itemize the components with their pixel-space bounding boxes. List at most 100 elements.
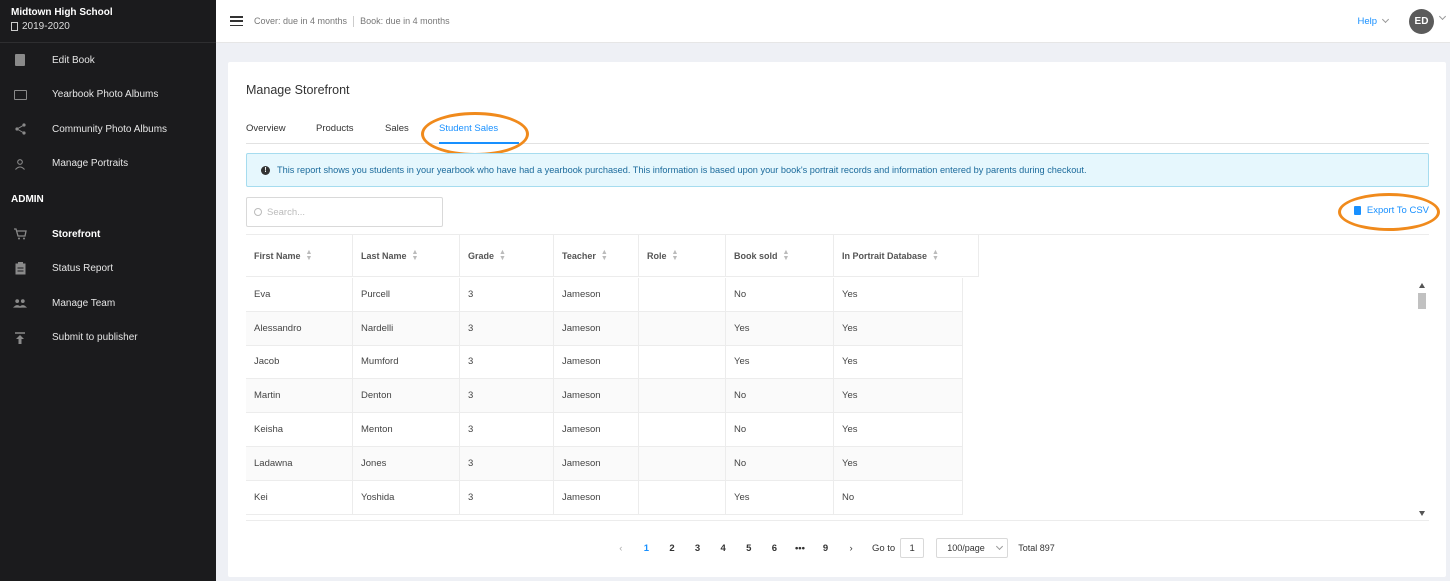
column-grade[interactable]: Grade ▲ ▼	[460, 235, 554, 277]
cell-teacher: Jameson	[554, 379, 639, 413]
cell-grade: 3	[460, 480, 554, 514]
cell-last-name: Denton	[353, 379, 460, 413]
next-page-button[interactable]: ›	[838, 543, 864, 554]
sort-icon: ▲ ▼	[932, 249, 939, 262]
page-size-value: 100/page	[947, 543, 985, 553]
sidebar-item-manage-portraits[interactable]: Manage Portraits	[0, 147, 216, 182]
cell-last-name: Purcell	[353, 278, 460, 311]
column-role[interactable]: Role ▲ ▼	[639, 235, 726, 277]
table-row[interactable]: Alessandro Nardelli 3 Jameson Yes Yes	[246, 311, 963, 346]
table-header: First Name ▲ ▼ Last Name ▲ ▼ Grade ▲ ▼ Teacher…	[246, 235, 979, 277]
scroll-up-icon[interactable]	[1419, 283, 1425, 288]
due-dates: Cover: due in 4 months Book: due in 4 mo…	[254, 15, 450, 27]
column-last-name[interactable]: Last Name ▲ ▼	[353, 235, 460, 277]
sidebar-item-label: Storefront	[52, 228, 101, 240]
page-button[interactable]: 9	[813, 543, 839, 554]
avatar[interactable]: ED	[1409, 9, 1434, 34]
sort-icon: ▲ ▼	[782, 249, 790, 262]
cell-last-name: Nardelli	[353, 311, 460, 345]
cell-grade: 3	[460, 311, 554, 345]
sidebar-item-submit-to-publisher[interactable]: Submit to publisher	[0, 321, 216, 356]
page-button[interactable]: 2	[659, 543, 685, 554]
page-numbers: 1 2 3 4 5 6 ••• 9	[634, 543, 839, 554]
cell-in-portrait-database: Yes	[834, 413, 963, 446]
info-banner: ! This report shows you students in your…	[246, 153, 1429, 187]
sidebar-item-label: Submit to publisher	[52, 332, 138, 344]
sidebar-item-status-report[interactable]: Status Report	[0, 252, 216, 287]
share-icon	[13, 123, 27, 135]
column-book-sold[interactable]: Book sold ▲ ▼	[726, 235, 834, 277]
help-menu[interactable]: Help	[1357, 15, 1390, 27]
student-sales-table: First Name ▲ ▼ Last Name ▲ ▼ Grade ▲ ▼ Teacher…	[246, 234, 1429, 521]
tab-overview[interactable]: Overview	[246, 123, 286, 134]
scroll-thumb[interactable]	[1418, 293, 1426, 309]
cell-in-portrait-database: Yes	[834, 345, 963, 379]
table-row[interactable]: Jacob Mumford 3 Jameson Yes Yes	[246, 345, 963, 380]
info-text: This report shows you students in your y…	[277, 165, 1087, 175]
column-in-portrait-database[interactable]: In Portrait Database ▲ ▼	[834, 235, 979, 277]
table-row[interactable]: Kei Yoshida 3 Jameson Yes No	[246, 480, 963, 515]
scroll-down-icon[interactable]	[1419, 511, 1425, 516]
page-ellipsis[interactable]: •••	[787, 543, 813, 554]
sidebar-item-label: Manage Portraits	[52, 158, 129, 170]
cell-grade: 3	[460, 446, 554, 480]
school-name: Midtown High School	[11, 7, 113, 18]
prev-page-button[interactable]: ‹	[608, 543, 634, 554]
person-icon	[13, 158, 27, 170]
highlight-ring	[1338, 193, 1440, 231]
cell-grade: 3	[460, 278, 554, 311]
page-button[interactable]: 5	[736, 543, 762, 554]
cell-first-name: Keisha	[246, 413, 353, 446]
cover-due: Cover: due in 4 months	[254, 16, 348, 26]
table-scrollbar[interactable]	[1415, 277, 1429, 520]
column-label: In Portrait Database	[842, 251, 928, 261]
page-button[interactable]: 6	[762, 543, 788, 554]
chevron-down-icon[interactable]	[1438, 12, 1447, 21]
page-size-select[interactable]: 100/page	[936, 538, 1009, 558]
cell-role	[639, 413, 726, 446]
admin-nav: Storefront Status Report Manage Team Sub…	[0, 217, 216, 355]
goto-input[interactable]: 1	[900, 538, 925, 558]
cell-grade: 3	[460, 413, 554, 446]
cell-teacher: Jameson	[554, 278, 639, 311]
menu-icon[interactable]	[230, 16, 243, 26]
table-row[interactable]: Ladawna Jones 3 Jameson No Yes	[246, 446, 963, 481]
sidebar-item-edit-book[interactable]: Edit Book	[0, 43, 216, 78]
chevron-down-icon	[1381, 15, 1390, 24]
cell-last-name: Menton	[353, 413, 460, 446]
goto-page: Go to 1	[872, 538, 925, 558]
sidebar-item-storefront[interactable]: Storefront	[0, 217, 216, 252]
tab-sales[interactable]: Sales	[385, 123, 409, 134]
table-row[interactable]: Keisha Menton 3 Jameson No Yes	[246, 413, 963, 447]
cell-book-sold: No	[726, 413, 834, 446]
cell-teacher: Jameson	[554, 480, 639, 514]
info-icon: !	[261, 165, 270, 175]
book-icon	[11, 22, 18, 31]
sidebar-item-yearbook-photo-albums[interactable]: Yearbook Photo Albums	[0, 78, 216, 113]
highlight-ring	[421, 112, 529, 156]
divider	[353, 15, 355, 27]
sidebar-nav: Edit Book Yearbook Photo Albums Communit…	[0, 43, 216, 181]
table-row[interactable]: Martin Denton 3 Jameson No Yes	[246, 379, 963, 414]
page-button[interactable]: 3	[685, 543, 711, 554]
storefront-card: Manage Storefront Overview Products Sale…	[228, 62, 1446, 577]
tab-products[interactable]: Products	[316, 123, 354, 134]
sidebar-item-community-photo-albums[interactable]: Community Photo Albums	[0, 112, 216, 147]
table-row[interactable]: Eva Purcell 3 Jameson No Yes	[246, 278, 963, 312]
page-button[interactable]: 4	[710, 543, 736, 554]
cell-first-name: Jacob	[246, 345, 353, 379]
page-button[interactable]: 1	[634, 543, 660, 554]
column-first-name[interactable]: First Name ▲ ▼	[246, 235, 353, 277]
cell-role	[639, 345, 726, 379]
upload-icon	[13, 332, 27, 344]
cell-role	[639, 311, 726, 345]
school-year: 2019-2020	[11, 19, 205, 34]
search-field[interactable]	[246, 197, 443, 227]
search-input[interactable]	[267, 206, 427, 218]
column-teacher[interactable]: Teacher ▲ ▼	[554, 235, 639, 277]
cell-in-portrait-database: No	[834, 480, 963, 514]
column-label: Role	[647, 251, 667, 261]
total-count: Total 897	[1018, 543, 1055, 553]
cell-role	[639, 379, 726, 413]
sidebar-item-manage-team[interactable]: Manage Team	[0, 286, 216, 321]
